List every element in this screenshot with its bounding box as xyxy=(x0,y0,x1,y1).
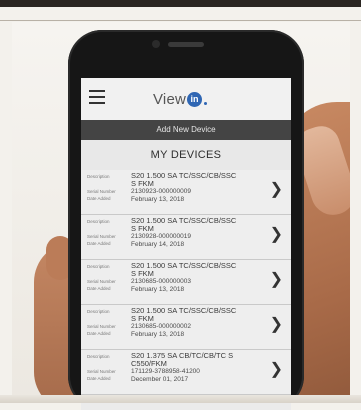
chevron-right-icon[interactable]: ❯ xyxy=(270,362,283,378)
smartphone: View in Add New Device MY DEVICES Descri… xyxy=(68,30,304,410)
logo-badge: in xyxy=(187,91,203,107)
date-label: Date Added xyxy=(87,376,111,381)
device-row[interactable]: Description Serial Number Date Added S20… xyxy=(81,170,291,215)
device-serial: 2130685-000000003 xyxy=(131,278,192,285)
my-devices-title: MY DEVICES xyxy=(81,140,291,170)
description-label: Description xyxy=(87,309,110,314)
serial-label: Serial Number xyxy=(87,189,116,194)
device-description-2: C550/FKM xyxy=(131,359,167,368)
device-date: February 13, 2018 xyxy=(131,331,185,338)
speaker-grille xyxy=(168,42,204,47)
device-description-2: S FKM xyxy=(131,224,154,233)
device-serial: 171129-3788958-41200 xyxy=(131,368,200,375)
front-camera xyxy=(152,40,160,48)
chevron-right-icon[interactable]: ❯ xyxy=(270,182,283,198)
device-description-2: S FKM xyxy=(131,314,154,323)
hamburger-menu-icon[interactable] xyxy=(89,90,105,104)
device-row[interactable]: Description Serial Number Date Added S20… xyxy=(81,350,291,395)
add-new-device-button[interactable]: Add New Device xyxy=(81,120,291,140)
device-list: Description Serial Number Date Added S20… xyxy=(81,170,291,395)
device-row[interactable]: Description Serial Number Date Added S20… xyxy=(81,260,291,305)
logo-dot xyxy=(204,102,208,105)
device-serial: 2130923-000000009 xyxy=(131,188,192,195)
device-description-2: S FKM xyxy=(131,179,154,188)
description-label: Description xyxy=(87,174,110,179)
device-date: February 14, 2018 xyxy=(131,241,185,248)
chevron-right-icon[interactable]: ❯ xyxy=(270,317,283,333)
device-date: February 13, 2018 xyxy=(131,196,185,203)
app-header: View in xyxy=(81,78,291,120)
serial-label: Serial Number xyxy=(87,279,116,284)
viewin-logo: View in xyxy=(153,88,208,110)
date-label: Date Added xyxy=(87,331,111,336)
logo-text: View xyxy=(153,90,187,108)
phone-screen: View in Add New Device MY DEVICES Descri… xyxy=(81,78,291,410)
frame-divider xyxy=(0,20,361,21)
description-label: Description xyxy=(87,354,110,359)
serial-label: Serial Number xyxy=(87,369,116,374)
date-label: Date Added xyxy=(87,196,111,201)
bottom-band xyxy=(0,395,361,403)
device-row[interactable]: Description Serial Number Date Added S20… xyxy=(81,215,291,260)
date-label: Date Added xyxy=(87,286,111,291)
device-date: December 01, 2017 xyxy=(131,376,189,383)
description-label: Description xyxy=(87,264,110,269)
device-date: February 13, 2018 xyxy=(131,286,185,293)
date-label: Date Added xyxy=(87,241,111,246)
device-serial: 2130685-000000002 xyxy=(131,323,192,330)
chevron-right-icon[interactable]: ❯ xyxy=(270,272,283,288)
description-label: Description xyxy=(87,219,110,224)
device-description-2: S FKM xyxy=(131,269,154,278)
device-serial: 2130928-000000019 xyxy=(131,233,192,240)
serial-label: Serial Number xyxy=(87,324,116,329)
frame-top-bar xyxy=(0,0,361,7)
device-row[interactable]: Description Serial Number Date Added S20… xyxy=(81,305,291,350)
chevron-right-icon[interactable]: ❯ xyxy=(270,227,283,243)
serial-label: Serial Number xyxy=(87,234,116,239)
